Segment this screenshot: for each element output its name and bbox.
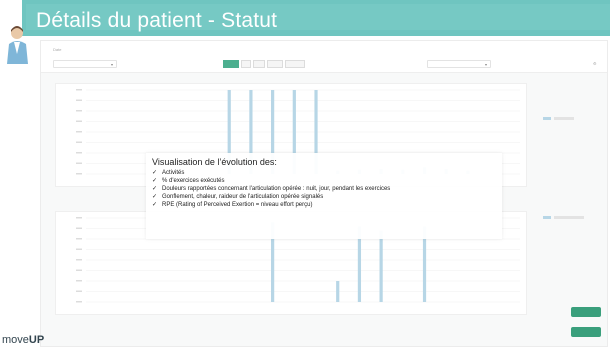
check-icon: ✓ <box>152 186 158 192</box>
date-label: Date <box>53 47 62 52</box>
settings-icon[interactable]: ⚙ <box>593 61 597 66</box>
pain-tick <box>76 217 82 219</box>
filter-select[interactable]: ▾ <box>427 60 491 68</box>
overlay-heading: Visualisation de l’évolution des: <box>152 157 277 167</box>
check-icon: ✓ <box>152 178 158 184</box>
pain-tick <box>76 238 82 240</box>
action-button-1[interactable] <box>571 307 601 317</box>
pain-tick <box>76 290 82 292</box>
activities-tick <box>76 131 82 133</box>
activities-tick <box>76 110 82 112</box>
moveup-logo: moveUP <box>2 334 45 346</box>
feature-item: ✓ Douleurs rapportées concernant l'articu… <box>152 186 391 192</box>
check-icon: ✓ <box>152 202 158 208</box>
check-icon: ✓ <box>152 194 158 200</box>
pain-tick <box>76 269 82 271</box>
activities-tick <box>76 99 82 101</box>
doctor-avatar-icon <box>7 26 28 64</box>
action-button-2[interactable] <box>571 327 601 337</box>
activities-tick <box>76 89 82 91</box>
feature-item: ✓ RPE (Rating of Perceived Exertion = niv… <box>152 202 313 208</box>
toolbar: Date ▾ ▾ ⚙ <box>41 41 607 73</box>
activities-tick <box>76 173 82 175</box>
range-tab-4[interactable] <box>267 60 283 68</box>
range-tab-5[interactable] <box>285 60 305 68</box>
pain-tick <box>76 280 82 282</box>
pain-bar[interactable] <box>336 281 340 302</box>
range-tab-2[interactable] <box>241 60 251 68</box>
activities-tick <box>76 141 82 143</box>
feature-overlay: Visualisation de l’évolution des: ✓ Activ… <box>146 153 502 239</box>
activities-tick <box>76 152 82 154</box>
date-select[interactable]: ▾ <box>53 60 117 68</box>
pain-tick <box>76 259 82 261</box>
feature-item: ✓ Activités <box>152 170 185 176</box>
slide: Détails du patient - Statut Date ▾ ▾ ⚙ V… <box>0 0 610 347</box>
feature-item: ✓% d'exercices exécutés <box>152 178 225 184</box>
range-tab-3[interactable] <box>253 60 265 68</box>
pain-tick <box>76 301 82 303</box>
activities-tick <box>76 120 82 122</box>
legend-bottom <box>543 216 584 219</box>
range-tab-1[interactable] <box>223 60 239 68</box>
check-icon: ✓ <box>152 170 158 176</box>
feature-item: ✓ Gonflement, chaleur, raideur de l'artic… <box>152 194 324 200</box>
slide-title: Détails du patient - Statut <box>36 9 278 32</box>
feature-list: ✓ Activités ✓% d'exercices exécutés ✓ Doul… <box>152 169 496 209</box>
pain-tick <box>76 248 82 250</box>
pain-tick <box>76 227 82 229</box>
activities-tick <box>76 162 82 164</box>
legend-top <box>543 117 574 120</box>
pain-bar[interactable] <box>379 230 383 302</box>
